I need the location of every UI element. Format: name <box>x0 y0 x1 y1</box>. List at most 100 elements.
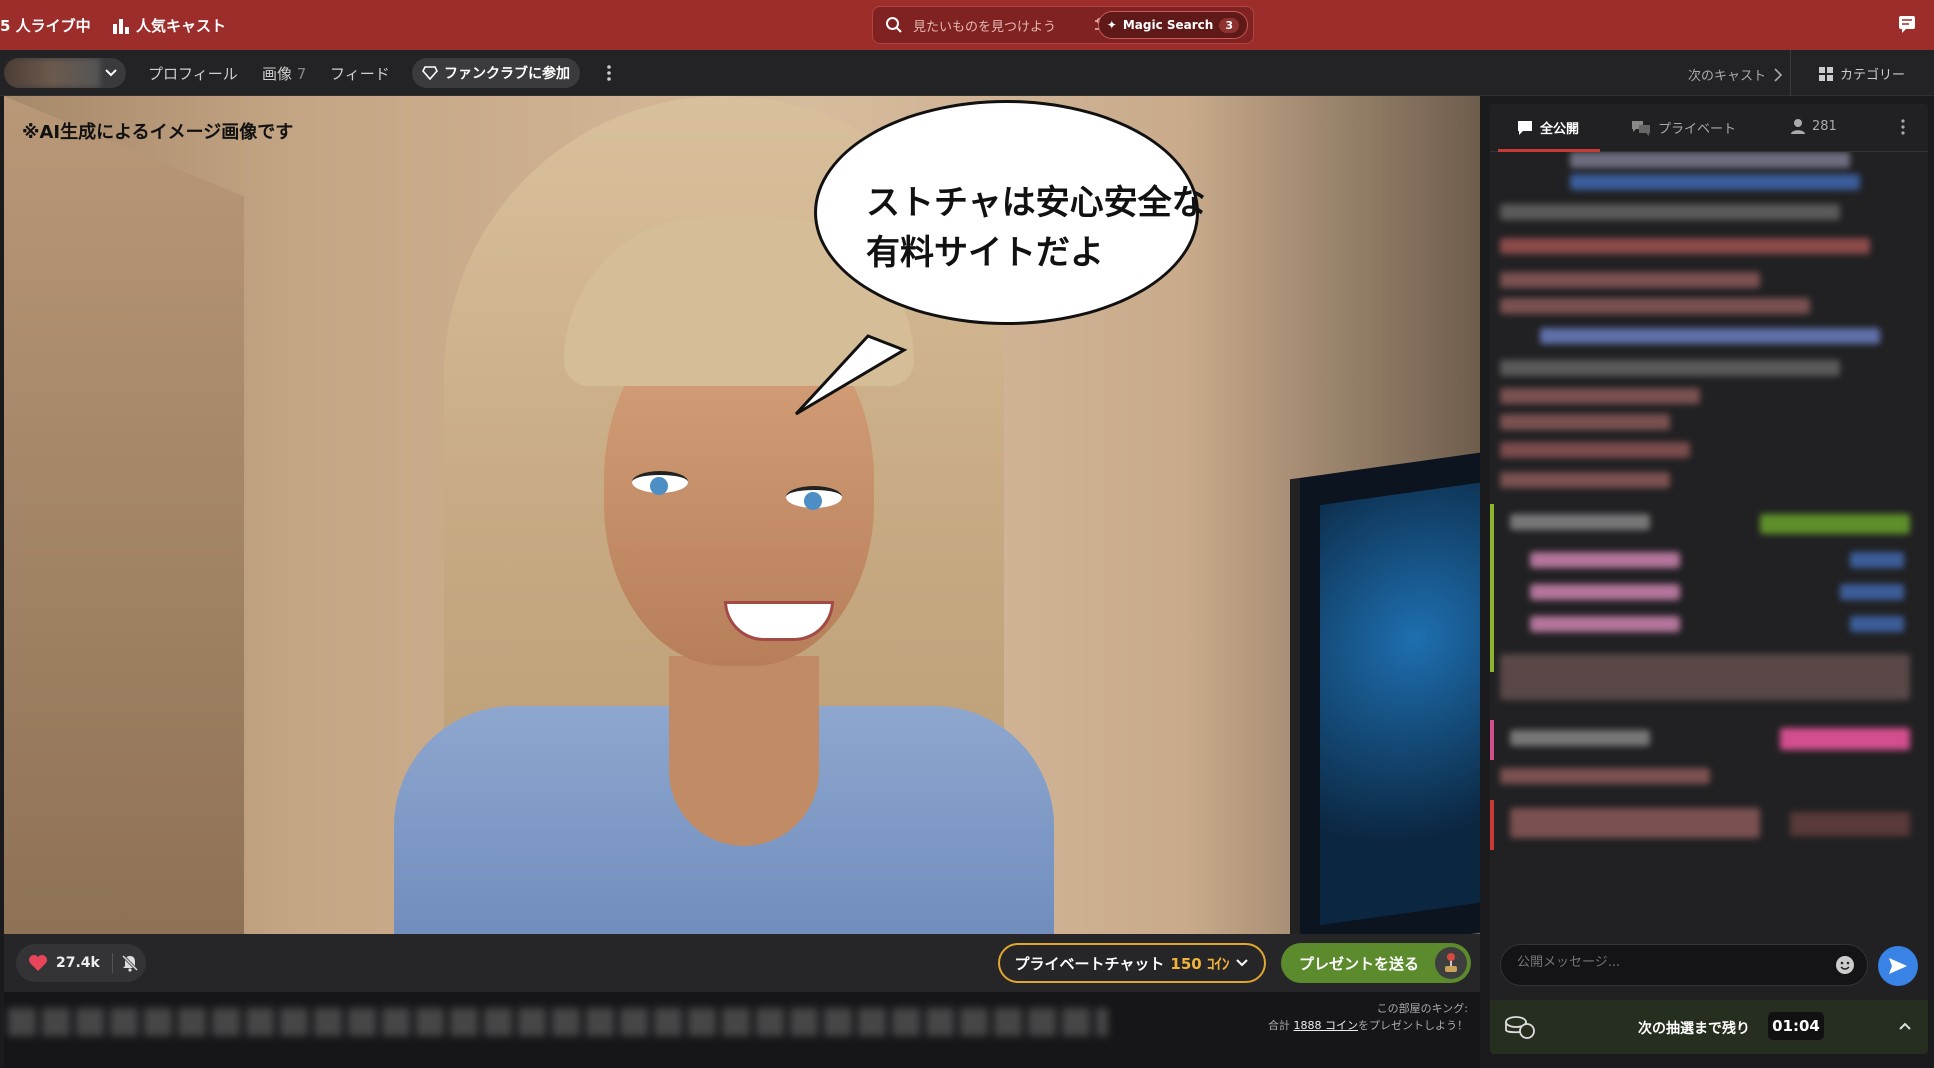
tab-viewers[interactable]: 281 <box>1790 118 1837 134</box>
ai-image-note: ※AI生成によるイメージ画像です <box>22 122 294 143</box>
highlight-bar <box>1490 720 1494 760</box>
lottery-label: 次の抽選まで残り <box>1638 1021 1750 1037</box>
more-vertical-icon[interactable] <box>1898 118 1908 136</box>
private-chat-button[interactable]: プライベートチャット 150 ｺｲﾝ <box>998 943 1266 983</box>
send-icon <box>1889 958 1907 974</box>
chat-panel: 全公開 プライベート 281 公開メッセージ... 次の抽選まで残り 01:04 <box>1490 104 1928 1054</box>
chevron-down-icon <box>1236 959 1249 967</box>
heart-icon <box>29 955 47 971</box>
chat-message <box>1850 616 1904 632</box>
lottery-countdown[interactable]: 次の抽選まで残り 01:04 <box>1490 1000 1928 1054</box>
chat-message <box>1500 442 1690 458</box>
tab-images-label: 画像 <box>262 65 293 83</box>
king-suffix: をプレゼントしよう！ <box>1358 1019 1468 1032</box>
chat-log[interactable] <box>1490 152 1928 936</box>
search-box[interactable]: 見たいものを見つけよう ✦ Magic Search 3 <box>872 6 1254 44</box>
messages-icon[interactable] <box>1898 15 1916 33</box>
next-cast-link[interactable]: 次のキャスト <box>1688 65 1783 84</box>
fanclub-join-button[interactable]: ファンクラブに参加 <box>412 58 580 88</box>
video-controls: 27.4k プライベートチャット 150 ｺｲﾝ プレゼントを送る <box>4 934 1480 992</box>
chat-message <box>1500 238 1870 254</box>
eye-right <box>786 486 842 510</box>
public-message-input[interactable] <box>1517 955 1817 970</box>
chat-bubbles-icon <box>1632 120 1650 136</box>
live-video[interactable]: ※AI生成によるイメージ画像です ストチャは安心安全な 有料サイトだよ <box>4 96 1480 934</box>
king-prefix: 合計 <box>1268 1019 1290 1032</box>
chat-message <box>1500 204 1840 220</box>
magic-search-label: Magic Search <box>1122 18 1214 32</box>
room-king-line2: 合計 1888 コインをプレゼントしよう！ <box>1268 1017 1468 1034</box>
chat-message <box>1760 514 1910 534</box>
like-button[interactable]: 27.4k <box>16 944 146 982</box>
cast-selector[interactable] <box>4 58 126 88</box>
tab-public-chat-label: 全公開 <box>1540 122 1580 137</box>
top-bar: 5 人ライブ中 人気キャスト 見たいものを見つけよう ✦ Magic Searc… <box>0 0 1934 50</box>
chat-message <box>1570 152 1850 168</box>
room-corner <box>4 96 244 934</box>
eye-left <box>632 471 688 495</box>
chat-message <box>1780 728 1910 750</box>
send-gift-label: プレゼントを送る <box>1299 954 1420 973</box>
live-count[interactable]: 5 人ライブ中 <box>0 15 91 36</box>
chat-message <box>1530 616 1680 632</box>
search-placeholder: 見たいものを見つけよう <box>913 19 1057 35</box>
chat-message <box>1500 360 1840 376</box>
category-button[interactable]: カテゴリー <box>1818 64 1905 83</box>
avatar <box>4 58 100 88</box>
viewer-count: 281 <box>1812 118 1837 134</box>
cast-nav-bar: プロフィール 画像 7 フィード ファンクラブに参加 次のキャスト カテゴリー <box>0 50 1934 96</box>
fanclub-label: ファンクラブに参加 <box>444 66 570 82</box>
coins-icon <box>1505 1016 1535 1039</box>
chevron-right-icon <box>1774 67 1783 82</box>
chat-tabs: 全公開 プライベート 281 <box>1490 104 1928 152</box>
chat-message <box>1500 768 1710 784</box>
joystick-icon <box>1435 947 1467 979</box>
speech-bubble-text: ストチャは安心安全な 有料サイトだよ <box>866 183 1206 273</box>
chat-message <box>1530 552 1680 568</box>
chevron-down-icon <box>105 69 117 77</box>
chat-message <box>1500 414 1670 430</box>
magic-search-count: 3 <box>1219 17 1239 33</box>
tab-private-chat[interactable]: プライベート <box>1630 118 1736 137</box>
send-gift-button[interactable]: プレゼントを送る <box>1281 943 1471 983</box>
chat-message <box>1500 272 1760 288</box>
private-chat-price: 150 ｺｲﾝ <box>1170 954 1230 973</box>
divider <box>1790 50 1791 96</box>
like-count: 27.4k <box>56 955 100 971</box>
highlight-bar <box>1490 800 1494 850</box>
chat-message <box>1790 812 1910 836</box>
chat-message <box>1500 388 1700 404</box>
chat-message <box>1850 552 1904 568</box>
tab-profile[interactable]: プロフィール <box>148 63 238 84</box>
tab-public-chat[interactable]: 全公開 <box>1516 118 1579 137</box>
tab-images-count: 7 <box>296 65 307 83</box>
popular-cast-link[interactable]: 人気キャスト <box>112 15 226 36</box>
chat-input-box[interactable] <box>1500 944 1868 986</box>
notification-off-icon[interactable] <box>121 954 139 972</box>
chat-message <box>1500 654 1910 700</box>
chat-message <box>1840 584 1904 600</box>
chat-message <box>1530 584 1680 600</box>
category-label: カテゴリー <box>1840 68 1906 83</box>
emoji-icon[interactable] <box>1835 955 1855 975</box>
more-vertical-icon[interactable] <box>604 64 614 82</box>
sparkle-icon: ✦ <box>1106 18 1117 32</box>
chat-message <box>1510 808 1760 838</box>
magic-search-button[interactable]: ✦ Magic Search 3 <box>1097 11 1248 39</box>
chat-message <box>1510 514 1650 530</box>
chat-message <box>1500 472 1670 488</box>
send-message-button[interactable] <box>1878 946 1918 986</box>
background-monitor <box>1290 452 1480 934</box>
cast-bio-area: この部屋のキング: 合計 1888 コインをプレゼントしよう！ <box>4 992 1480 1068</box>
ranking-icon <box>113 18 129 34</box>
chat-bubble-icon <box>1518 120 1532 135</box>
search-icon <box>886 17 902 33</box>
chat-message <box>1500 298 1810 314</box>
tab-images[interactable]: 画像 7 <box>262 63 306 84</box>
tab-feed[interactable]: フィード <box>330 63 390 84</box>
user-icon <box>1791 119 1805 134</box>
king-amount-link[interactable]: 1888 コイン <box>1294 1019 1359 1032</box>
chevron-up-icon[interactable] <box>1898 1020 1912 1032</box>
room-king-label: この部屋のキング: <box>1376 1002 1468 1015</box>
live-count-label: 5 人ライブ中 <box>0 17 91 35</box>
